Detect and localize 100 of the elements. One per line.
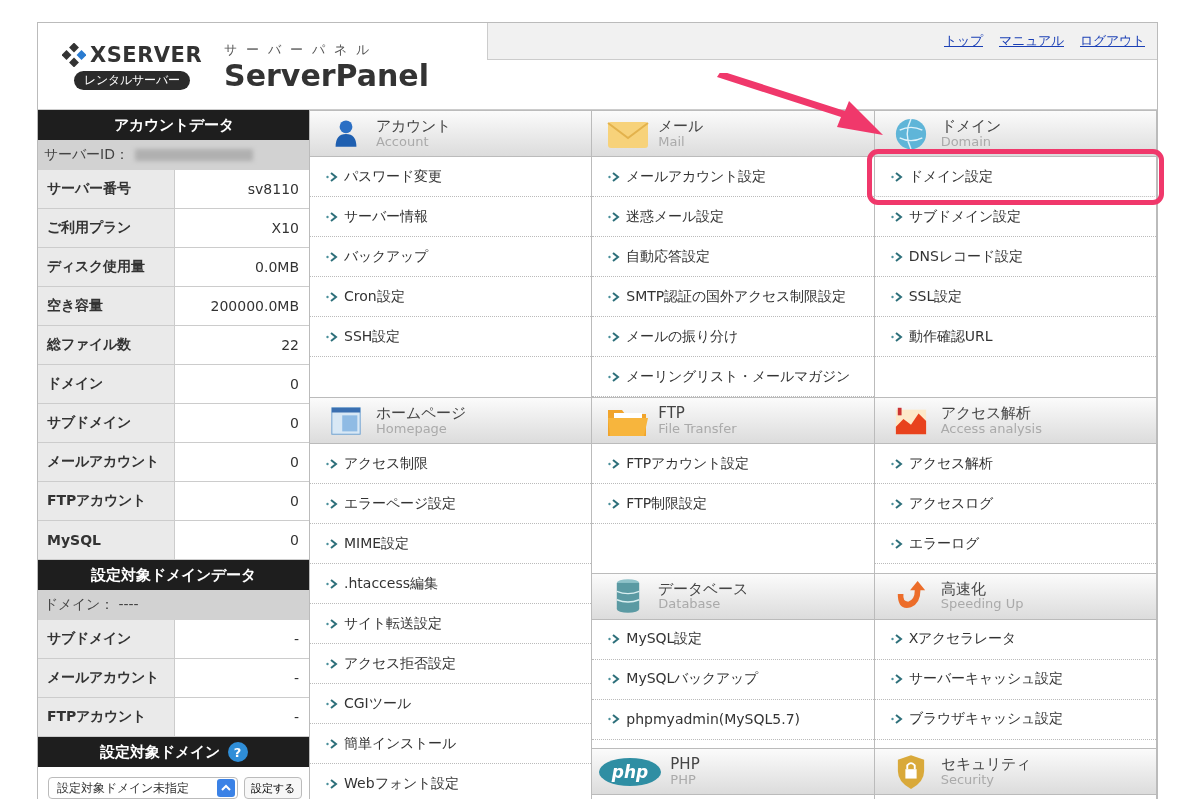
product-kana: サーバーパネル — [224, 40, 380, 59]
bullet-arrow-icon — [890, 331, 903, 342]
menu-link[interactable]: FTP制限設定 — [592, 494, 708, 513]
section-title: FTP — [658, 405, 686, 422]
menu-link[interactable]: phpmyadmin(MySQL5.7) — [592, 711, 801, 728]
stat-label: サブドメイン — [38, 620, 175, 658]
bullet-arrow-icon — [326, 211, 338, 222]
menu-link[interactable]: MIME設定 — [310, 534, 410, 553]
menu-link[interactable]: 迷惑メール設定 — [592, 207, 725, 226]
menu-link[interactable]: メールアカウント設定 — [592, 167, 767, 186]
stat-value: 0 — [289, 453, 300, 472]
stat-value: 200000.0MB — [209, 297, 300, 316]
bullet-arrow-icon — [608, 371, 621, 382]
menu-link[interactable]: 自動応答設定 — [592, 247, 711, 266]
menu-link[interactable]: .htaccess編集 — [310, 574, 438, 593]
brand-badge: レンタルサーバー — [74, 70, 191, 90]
section-title: セキュリティ — [940, 756, 1031, 773]
menu-link[interactable]: Webフォント設定 — [310, 774, 459, 793]
menu-link[interactable]: エラーログ — [874, 534, 979, 553]
bullet-arrow-icon — [326, 291, 338, 302]
top-link[interactable]: トップ — [944, 32, 983, 50]
stat-label: FTPアカウント — [38, 482, 175, 520]
php-logo-icon: php — [598, 756, 663, 787]
menu-link[interactable]: サブドメイン設定 — [874, 207, 1021, 226]
section-subtitle: File Transfer — [658, 421, 737, 436]
menu-link[interactable]: メールの振り分け — [592, 327, 739, 346]
top-link[interactable]: ログアウト — [1080, 32, 1145, 50]
bullet-arrow-icon — [326, 578, 338, 589]
domain-select[interactable]: 設定対象ドメイン未指定 — [48, 777, 238, 799]
menu-link[interactable]: サーバー情報 — [310, 207, 428, 226]
section-title: PHP — [670, 756, 700, 773]
menu-link[interactable]: エラーページ設定 — [310, 494, 456, 513]
bullet-arrow-icon — [890, 498, 903, 509]
menu-link[interactable]: CGIツール — [310, 694, 411, 713]
stat-value: 0 — [289, 375, 300, 394]
menu-link[interactable]: パスワード変更 — [310, 167, 442, 186]
stat-value: 0.0MB — [254, 258, 300, 277]
bullet-arrow-icon — [608, 634, 621, 645]
sidebar-heading: 設定対象ドメイン — [99, 742, 220, 762]
menu-link[interactable]: 動作確認URL — [874, 327, 993, 346]
stat-value: 0 — [289, 414, 300, 433]
bullet-arrow-icon — [326, 331, 338, 342]
product-name: ServerPanel — [224, 58, 429, 92]
top-link[interactable]: マニュアル — [999, 32, 1064, 50]
section-subtitle: Security — [940, 772, 996, 788]
stat-label: ドメイン — [38, 365, 175, 403]
bullet-arrow-icon — [608, 291, 621, 302]
section-subtitle: Domain — [940, 134, 993, 149]
stat-label: メールアカウント — [38, 443, 175, 481]
menu-link[interactable]: Xアクセラレータ — [874, 630, 1017, 649]
menu-link[interactable]: アクセス制限 — [310, 454, 428, 473]
sidebar-heading: アカウントデータ — [38, 110, 309, 140]
bullet-arrow-icon — [890, 674, 903, 685]
menu-link[interactable]: ブラウザキャッシュ設定 — [874, 710, 1063, 729]
bullet-arrow-icon — [608, 498, 621, 509]
menu-link[interactable]: 簡単インストール — [310, 734, 456, 753]
section-subtitle: Access analysis — [940, 421, 1042, 436]
section-subtitle: Mail — [658, 134, 686, 149]
stat-label: サーバー番号 — [38, 170, 175, 208]
apply-button[interactable]: 設定する — [244, 777, 302, 799]
stat-label: FTPアカウント — [38, 698, 175, 736]
menu-link[interactable]: メーリングリスト・メールマガジン — [592, 367, 851, 386]
stat-label: 空き容量 — [38, 287, 175, 325]
menu-link[interactable]: SSL設定 — [874, 287, 963, 306]
stat-label: 総ファイル数 — [38, 326, 175, 364]
bullet-arrow-icon — [326, 738, 338, 749]
bullet-arrow-icon — [890, 458, 903, 469]
section-title: メール — [658, 118, 704, 135]
menu-link[interactable]: アクセス拒否設定 — [310, 654, 456, 673]
bullet-arrow-icon — [890, 538, 903, 549]
bullet-arrow-icon — [890, 714, 903, 725]
menu-link[interactable]: MySQL設定 — [592, 630, 703, 649]
menu-link[interactable]: FTPアカウント設定 — [592, 454, 750, 473]
bullet-arrow-icon — [326, 171, 338, 182]
menu-link[interactable]: サーバーキャッシュ設定 — [874, 670, 1063, 689]
bullet-arrow-icon — [326, 658, 338, 669]
section-title: ホームページ — [376, 405, 466, 422]
stat-label: サブドメイン — [38, 404, 175, 442]
section-title: データベース — [658, 580, 749, 598]
menu-link[interactable]: サイト転送設定 — [310, 614, 442, 633]
section-subtitle: Database — [658, 597, 722, 612]
menu-link[interactable]: SMTP認証の国外アクセス制限設定 — [592, 287, 847, 306]
bullet-arrow-icon — [326, 538, 338, 549]
bullet-arrow-icon — [326, 251, 338, 262]
bullet-arrow-icon — [608, 674, 621, 685]
menu-link[interactable]: Cron設定 — [310, 287, 405, 306]
menu-link[interactable]: DNSレコード設定 — [874, 247, 1023, 266]
menu-link[interactable]: SSH設定 — [310, 327, 401, 346]
section-title: 高速化 — [940, 580, 987, 598]
menu-link[interactable]: バックアップ — [310, 247, 428, 266]
help-icon[interactable]: ? — [227, 742, 248, 762]
menu-link[interactable]: MySQLバックアップ — [592, 670, 759, 689]
bullet-arrow-icon — [608, 251, 621, 262]
bullet-arrow-icon — [890, 251, 903, 262]
stat-label: メールアカウント — [38, 659, 175, 697]
menu-link[interactable]: アクセス解析 — [874, 454, 993, 473]
menu-link[interactable]: アクセスログ — [874, 494, 993, 513]
menu-link[interactable]: ドメイン設定 — [874, 167, 993, 186]
stat-value: 22 — [280, 336, 300, 355]
bullet-arrow-icon — [890, 171, 903, 182]
